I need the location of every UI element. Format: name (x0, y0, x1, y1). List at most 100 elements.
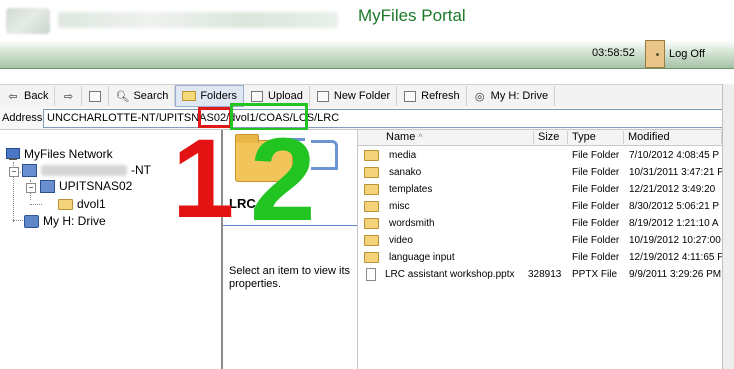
address-field[interactable]: UNCCHARLOTTE-NT/UPITSNAS02/dvol1/COAS/LC… (43, 109, 723, 128)
folder-icon (58, 198, 73, 210)
new-folder-label: New Folder (333, 90, 391, 102)
file-name: language input (389, 252, 455, 263)
file-list-pane: Name ^ Size Type Modified media File Fol… (358, 130, 722, 369)
file-name: misc (389, 201, 410, 212)
up-folder-icon (88, 90, 102, 102)
file-modified: 9/9/2011 3:29:26 PM (629, 269, 722, 280)
folder-icon (364, 201, 379, 212)
network-icon (6, 147, 20, 161)
file-row[interactable]: misc File Folder 8/30/2012 5:06:21 P (358, 198, 722, 215)
file-name: templates (389, 184, 433, 195)
file-modified: 8/30/2012 5:06:21 P (629, 201, 720, 212)
file-name: wordsmith (389, 218, 435, 229)
tree-item-upitsnas02[interactable]: UPITSNAS02 (40, 179, 132, 193)
back-label: Back (24, 90, 49, 102)
back-button[interactable]: ⇦ Back (0, 86, 56, 106)
forward-button[interactable]: ⇨ (55, 86, 83, 106)
file-size: 328913 (528, 269, 562, 280)
file-name: sanako (389, 167, 422, 178)
door-icon (645, 40, 665, 68)
column-header-modified[interactable]: Modified (624, 131, 722, 144)
folder-icon (364, 150, 379, 161)
tree-root-label: MyFiles Network (24, 147, 113, 161)
tree-nas-label: UPITSNAS02 (59, 179, 133, 193)
refresh-label: Refresh (421, 90, 460, 102)
file-row[interactable]: wordsmith File Folder 8/19/2012 1:21:10 … (358, 215, 722, 232)
collapse-icon[interactable]: − (26, 183, 36, 193)
upload-label: Upload (268, 90, 303, 102)
refresh-icon (403, 90, 417, 102)
upload-icon (250, 90, 264, 102)
file-list-header: Name ^ Size Type Modified (358, 130, 722, 146)
forward-arrow-icon: ⇨ (63, 90, 74, 103)
server-icon (22, 163, 37, 177)
drive-icon: ◎ (474, 90, 485, 103)
collapse-icon[interactable]: − (9, 167, 19, 177)
toolbar: ⇦ Back ⇨ 🔍︎ Search Folders Upload New Fo… (0, 84, 722, 108)
file-row[interactable]: media File Folder 7/10/2012 4:08:45 P (358, 147, 722, 164)
annotation-number-1: 1 (172, 116, 235, 241)
folders-icon (182, 90, 197, 102)
file-type: File Folder (572, 252, 620, 263)
file-modified: 7/10/2012 4:08:45 P (629, 150, 720, 161)
file-name: LRC assistant workshop.pptx (385, 269, 515, 280)
search-label: Search (133, 90, 169, 102)
file-type: PPTX File (572, 269, 618, 280)
university-name-blurred (58, 12, 338, 28)
file-type: File Folder (572, 150, 620, 161)
tree-item-server[interactable]: -NT (22, 163, 151, 177)
file-type: File Folder (572, 201, 620, 212)
file-row[interactable]: video File Folder 10/19/2012 10:27:00 (358, 232, 722, 249)
tree-root-myfiles-network[interactable]: MyFiles Network (6, 147, 113, 161)
logoff-button[interactable]: Log Off (645, 38, 705, 70)
new-folder-icon (316, 90, 330, 102)
file-name: media (389, 150, 417, 161)
file-row[interactable]: language input File Folder 12/19/2012 4:… (358, 249, 722, 266)
tree-item-my-h-drive[interactable]: My H: Drive (24, 214, 106, 228)
file-type: File Folder (572, 184, 620, 195)
search-button[interactable]: 🔍︎ Search (109, 86, 176, 106)
session-clock: 03:58:52 (592, 47, 635, 59)
tree-volume-label: dvol1 (77, 197, 106, 211)
server-suffix: -NT (131, 163, 151, 177)
file-modified: 12/19/2012 4:11:65 P (629, 252, 722, 263)
tree-connector (30, 204, 42, 205)
search-icon: 🔍︎ (115, 90, 130, 103)
column-header-name[interactable]: Name ^ (382, 131, 534, 144)
file-modified: 12/21/2012 3:49:20 (629, 184, 716, 195)
folder-icon (364, 218, 379, 229)
file-modified: 10/19/2012 10:27:00 (629, 235, 721, 246)
pptx-file-icon (366, 268, 376, 281)
university-logo (6, 8, 50, 34)
tree-item-dvol1[interactable]: dvol1 (58, 197, 106, 211)
tree-drive-label: My H: Drive (43, 214, 106, 228)
file-row[interactable]: sanako File Folder 10/31/2011 3:47:21 P (358, 164, 722, 181)
folder-icon (364, 167, 379, 178)
new-folder-button[interactable]: New Folder (310, 86, 398, 106)
my-h-drive-button[interactable]: ◎ My H: Drive (467, 86, 556, 106)
home-drive-icon (24, 214, 39, 228)
file-row[interactable]: LRC assistant workshop.pptx 328913 PPTX … (358, 266, 722, 283)
page-title: MyFiles Portal (358, 6, 466, 25)
back-arrow-icon: ⇦ (8, 90, 18, 103)
folder-icon (364, 184, 379, 195)
vertical-scrollbar[interactable] (722, 84, 734, 369)
folder-icon (364, 235, 379, 246)
refresh-button[interactable]: Refresh (397, 86, 467, 106)
file-modified: 10/31/2011 3:47:21 P (629, 167, 722, 178)
annotation-number-2: 2 (250, 114, 316, 246)
up-folder-button[interactable] (82, 86, 110, 106)
address-bar: Address UNCCHARLOTTE-NT/UPITSNAS02/dvol1… (0, 107, 723, 130)
folder-icon (364, 252, 379, 263)
file-type: File Folder (572, 235, 620, 246)
folders-label: Folders (200, 90, 238, 102)
file-type: File Folder (572, 167, 620, 178)
column-header-type[interactable]: Type (568, 131, 624, 144)
file-row[interactable]: templates File Folder 12/21/2012 3:49:20 (358, 181, 722, 198)
portal-header: MyFiles Portal (0, 0, 734, 42)
file-name: video (389, 235, 413, 246)
address-label: Address (2, 112, 43, 124)
column-header-size[interactable]: Size (534, 131, 568, 144)
my-h-drive-label: My H: Drive (490, 90, 549, 102)
server-name-blurred (41, 164, 127, 176)
